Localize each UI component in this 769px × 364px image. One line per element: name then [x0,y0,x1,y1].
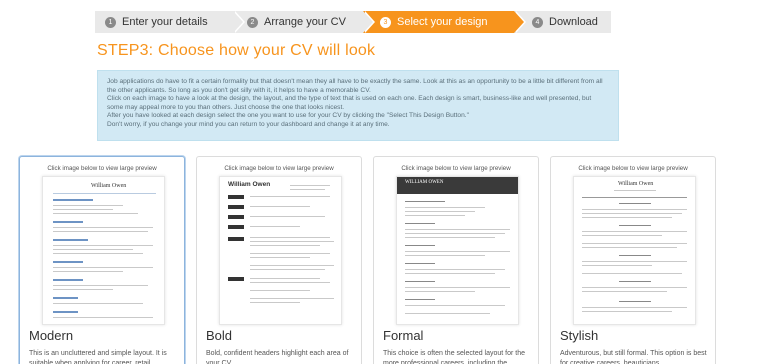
design-preview-modern[interactable]: William Owen [42,176,165,325]
card-caption: Click image below to view large preview [47,165,157,172]
step-label: Enter your details [122,16,208,28]
cv-name: William Owen [618,181,654,187]
design-card-formal[interactable]: Click image below to view large preview … [373,156,539,364]
step-label: Download [549,16,598,28]
progress-stepper: 1 Enter your details 2 Arrange your CV 3… [95,11,611,33]
info-box: Job applications do have to fit a certai… [97,70,619,141]
design-description: This choice is often the selected layout… [383,350,526,364]
info-paragraph: After you have looked at each design sel… [107,112,469,120]
design-description: Adventurous, but still formal. This opti… [560,350,707,364]
design-description: Bold, confident headers highlight each a… [206,350,349,364]
card-caption: Click image below to view large preview [401,165,511,172]
info-paragraph: Click on each image to have a look at th… [107,95,592,111]
step-label: Arrange your CV [264,16,346,28]
step-label: Select your design [397,16,488,28]
design-name: Bold [206,328,233,343]
design-card-stylish[interactable]: Click image below to view large preview … [550,156,716,364]
step-number: 2 [247,16,258,28]
design-name: Stylish [560,328,599,343]
cv-name: William Owen [91,183,127,189]
info-paragraph: Don't worry, if you change your mind you… [107,120,390,128]
design-preview-stylish[interactable]: William Owen [573,176,696,325]
step-number: 3 [380,16,391,28]
info-paragraph: Job applications do have to fit a certai… [107,78,603,94]
design-card-bold[interactable]: Click image below to view large preview … [196,156,362,364]
page-title: STEP3: Choose how your CV will look [97,42,376,59]
cv-name: William Owen [228,181,271,188]
step-number: 1 [105,16,116,28]
design-preview-bold[interactable]: William Owen [219,176,342,325]
step-enter-details[interactable]: 1 Enter your details [95,11,245,33]
design-description: This is an uncluttered and simple layout… [29,350,167,364]
design-name: Formal [383,328,424,343]
cv-name: WILLIAM OWEN [405,180,444,185]
step-select-design[interactable]: 3 Select your design [363,11,526,33]
card-caption: Click image below to view large preview [224,165,334,172]
step-number: 4 [532,16,543,28]
design-preview-formal[interactable]: WILLIAM OWEN [396,176,519,325]
design-card-modern[interactable]: Click image below to view large preview … [19,156,185,364]
step-arrange-cv[interactable]: 2 Arrange your CV [233,11,375,33]
design-name: Modern [29,328,74,343]
step-download[interactable]: 4 Download [514,11,611,33]
card-caption: Click image below to view large preview [578,165,688,172]
